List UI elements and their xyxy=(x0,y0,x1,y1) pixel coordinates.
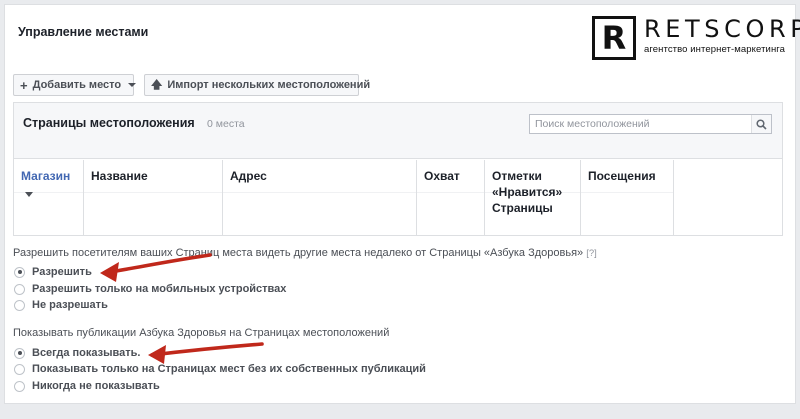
annotation-arrow-icon xyxy=(148,342,264,364)
annotation-arrow-icon xyxy=(100,253,212,282)
annotation-arrows xyxy=(100,253,264,364)
